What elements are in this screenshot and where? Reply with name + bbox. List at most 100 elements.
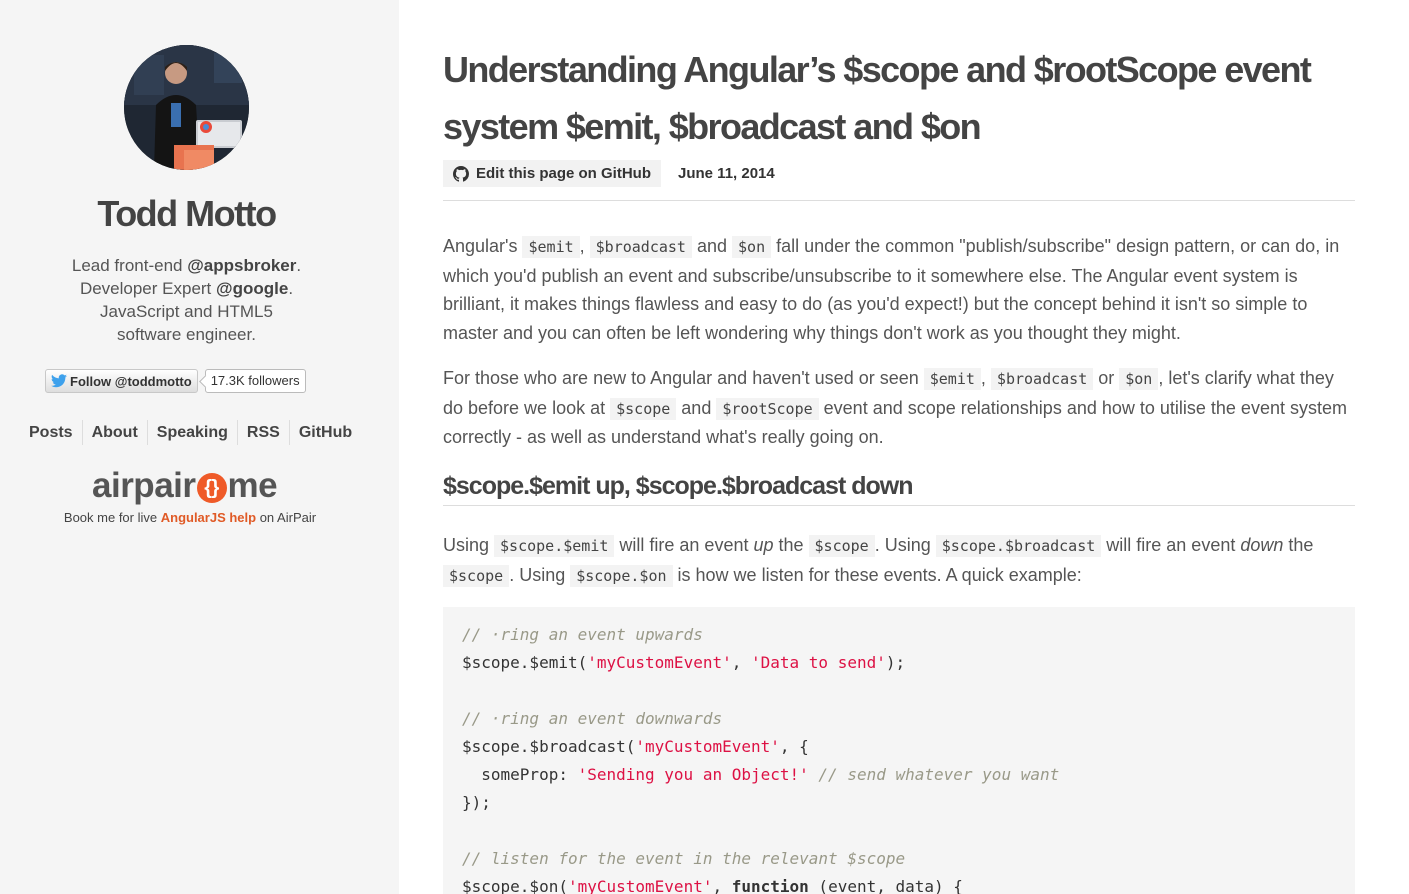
airpair-braces-icon: {}	[196, 473, 227, 503]
text: will fire an event	[1101, 535, 1241, 555]
inline-code: $on	[732, 236, 772, 258]
bio-line-2: Developer Expert @google.	[0, 277, 373, 300]
text: the	[773, 535, 809, 555]
code-text: , {	[779, 737, 809, 756]
code-text: (event, data) {	[808, 877, 963, 894]
bio-text: Developer Expert	[79, 279, 217, 298]
code-string: 'myCustomEvent'	[587, 653, 732, 672]
intro-paragraph-2: For those who are new to Angular and hav…	[443, 364, 1355, 452]
sidebar-nav: Posts About Speaking RSS GitHub	[20, 420, 361, 445]
code-keyword: function	[731, 877, 809, 894]
followers-count[interactable]: 17.3K followers	[204, 369, 306, 393]
twitter-bird-icon	[51, 374, 67, 388]
code-text: $scope.$on(	[462, 877, 568, 894]
code-line: someProp: 'Sending you an Object!' // se…	[462, 761, 1336, 789]
inline-code: $scope	[808, 535, 875, 557]
angularjs-help-link[interactable]: AngularJS help	[161, 510, 256, 525]
inline-code: $broadcast	[589, 236, 692, 258]
text: Using	[443, 535, 495, 555]
nav-about[interactable]: About	[81, 420, 147, 445]
inline-code: $scope	[610, 397, 677, 420]
code-text: });	[462, 793, 491, 812]
text: or	[1093, 368, 1120, 388]
nav-posts[interactable]: Posts	[20, 420, 82, 445]
code-line: $scope.$emit('myCustomEvent', 'Data to s…	[462, 649, 1336, 677]
text: ,	[980, 368, 991, 388]
emphasis: down	[1240, 535, 1284, 555]
post-title: Understanding Angular’s $scope and $root…	[443, 49, 1312, 147]
code-line: $scope.$broadcast('myCustomEvent', {	[462, 733, 1336, 761]
code-text: ,	[712, 877, 732, 894]
nav-speaking[interactable]: Speaking	[146, 420, 237, 445]
post-meta: Edit this page on GitHub June 11, 2014	[443, 160, 775, 187]
airpair-tagline: Book me for live AngularJS help on AirPa…	[0, 510, 380, 525]
code-line: $scope.$on('myCustomEvent', function (ev…	[462, 873, 1336, 894]
inline-code: $on	[1119, 368, 1159, 390]
code-string: 'Data to send'	[751, 653, 886, 672]
meta-divider	[443, 200, 1355, 201]
google-link[interactable]: @google	[216, 279, 288, 298]
code-text: $scope.$emit(	[462, 653, 588, 672]
inline-code: $rootScope	[716, 397, 819, 420]
airpair-tag-text: on AirPair	[256, 510, 317, 525]
text: . Using	[509, 564, 571, 585]
intro-paragraph-1: Angular's $emit, $broadcast and $on fall…	[443, 232, 1355, 347]
code-string: 'Sending you an Object!'	[577, 765, 809, 784]
airpair-logo-text: airpair	[92, 466, 196, 505]
twitter-follow-button[interactable]: Follow @toddmotto	[45, 369, 198, 393]
author-bio: Lead front-end @appsbroker. Developer Ex…	[0, 254, 373, 346]
code-line: // ·ring an event upwards	[462, 621, 1336, 649]
code-string: 'myCustomEvent'	[567, 877, 713, 894]
text: the	[1283, 535, 1314, 555]
code-string: 'myCustomEvent'	[635, 737, 780, 756]
edit-on-github-button[interactable]: Edit this page on GitHub	[443, 160, 661, 187]
text: ,	[579, 236, 590, 256]
section-paragraph: Using $scope.$emit will fire an event up…	[443, 531, 1355, 590]
emphasis: up	[753, 535, 774, 555]
text: For those who are new to Angular and hav…	[443, 368, 924, 388]
section-heading: $scope.$emit up, $scope.$broadcast down	[443, 472, 913, 500]
code-comment: // ·ring an event downwards	[462, 709, 723, 728]
bio-line-3: JavaScript and HTML5	[100, 302, 273, 321]
bio-text: Lead front-end	[71, 256, 188, 275]
airpair-logo[interactable]: airpair {} me	[92, 466, 278, 506]
inline-code: $broadcast	[990, 368, 1094, 390]
sidebar: Todd Motto Lead front-end @appsbroker. D…	[0, 0, 399, 894]
code-line: });	[462, 789, 1336, 817]
airpair-tag-text: Book me for live	[63, 510, 161, 525]
nav-rss[interactable]: RSS	[236, 420, 289, 445]
author-avatar[interactable]	[124, 45, 249, 170]
nav-github[interactable]: GitHub	[288, 420, 361, 445]
edit-label: Edit this page on GitHub	[476, 165, 651, 182]
text: Angular's	[443, 236, 523, 256]
avatar-photo	[124, 45, 249, 170]
inline-code: $scope.$on	[570, 564, 673, 587]
text: is how we listen for these events. A qui…	[672, 564, 1082, 585]
text: will fire an event	[614, 535, 754, 555]
code-comment: // listen for the event in the relevant …	[462, 849, 906, 868]
code-text: ,	[731, 653, 751, 672]
inline-code: $scope	[443, 564, 510, 587]
code-comment: // send whatever you want	[808, 765, 1060, 784]
inline-code: $emit	[923, 368, 981, 390]
code-text: $scope.$broadcast(	[462, 737, 636, 756]
code-text: );	[885, 653, 906, 672]
bio-text: .	[296, 256, 302, 275]
github-icon	[453, 165, 469, 182]
code-block: // ·ring an event upwards $scope.$emit('m…	[443, 607, 1355, 894]
text: and	[676, 397, 717, 418]
inline-code: $emit	[522, 236, 580, 258]
inline-code: $scope.$emit	[494, 535, 615, 557]
text: and	[691, 236, 733, 256]
bio-line-4: software engineer.	[117, 325, 256, 344]
author-name: Todd Motto	[97, 193, 277, 234]
twitter-follow-widget: Follow @toddmotto 17.3K followers	[45, 369, 306, 393]
code-comment: // ·ring an event upwards	[462, 625, 703, 644]
code-line: // ·ring an event downwards	[462, 705, 1336, 733]
appsbroker-link[interactable]: @appsbroker	[187, 256, 296, 275]
section-divider	[443, 505, 1355, 506]
inline-code: $scope.$broadcast	[935, 535, 1102, 557]
bio-text: .	[288, 279, 294, 298]
